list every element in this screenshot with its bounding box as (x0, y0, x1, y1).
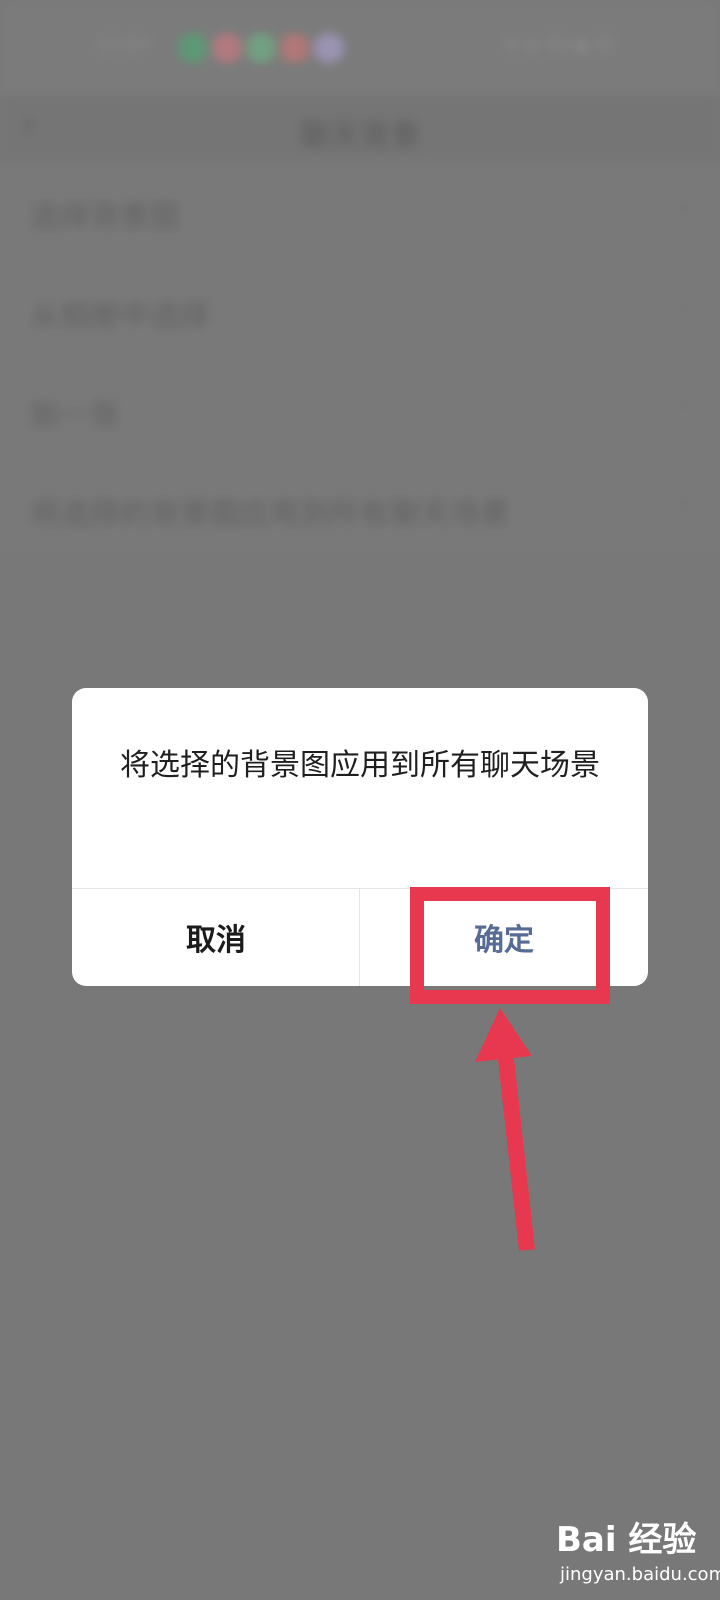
arrow-up-icon (475, 1008, 535, 1251)
watermark-brand: Bai 经验 (556, 1520, 697, 1560)
baidu-jingyan-watermark: Bai 经验 jingyan.baidu.com (548, 1508, 720, 1596)
watermark-url: jingyan.baidu.com (560, 1564, 720, 1585)
